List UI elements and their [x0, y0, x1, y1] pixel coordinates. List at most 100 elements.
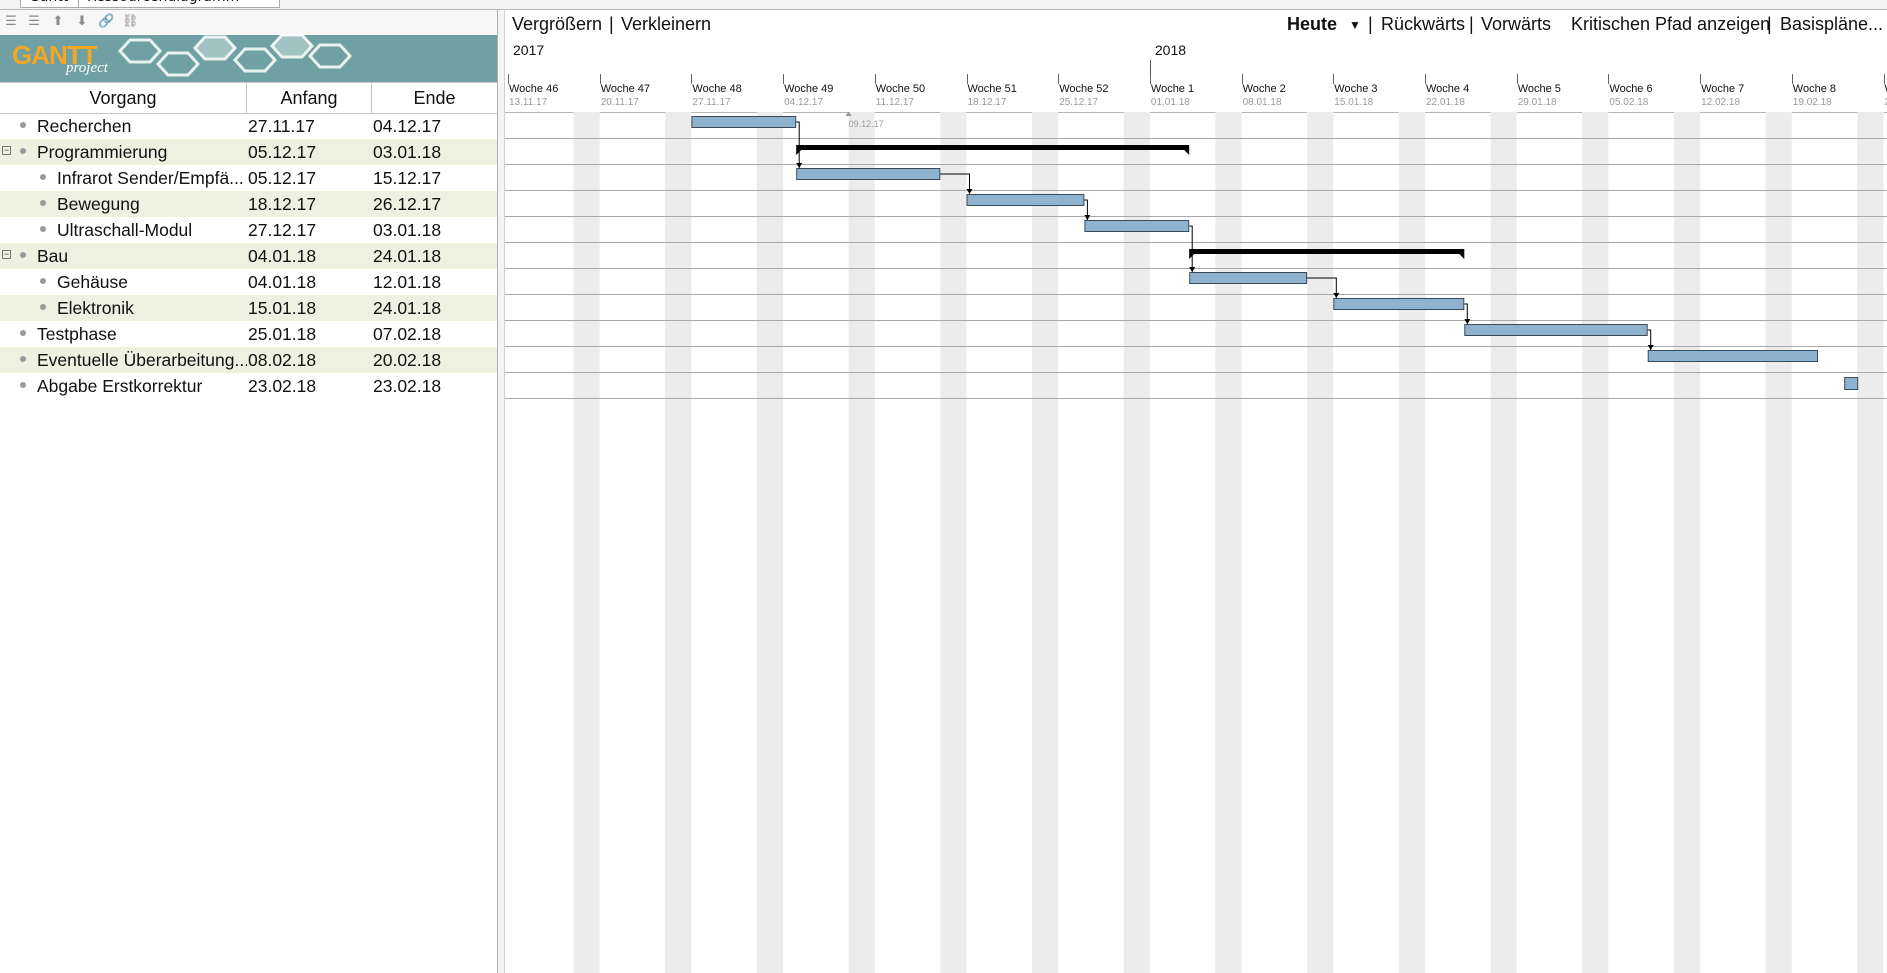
- week-date: 04.12.17: [784, 97, 824, 108]
- task-start-date[interactable]: 04.01.18: [248, 269, 370, 295]
- task-bar[interactable]: [1464, 324, 1648, 336]
- toolbar-separator: |: [609, 14, 614, 34]
- task-start-date[interactable]: 27.12.17: [248, 217, 370, 243]
- task-name[interactable]: Recherchen: [37, 113, 247, 139]
- task-start-date[interactable]: 27.11.17: [248, 113, 370, 139]
- task-start-date[interactable]: 05.12.17: [248, 139, 370, 165]
- week-date: 20.11.17: [600, 97, 639, 108]
- week-label: Woche 4: [1426, 83, 1470, 95]
- task-end-date[interactable]: 26.12.17: [373, 191, 495, 217]
- task-end-date[interactable]: 23.02.18: [373, 373, 495, 399]
- link-icon[interactable]: 🔗: [98, 14, 114, 30]
- task-bar[interactable]: [1647, 350, 1818, 362]
- week-label: Woche 3: [1334, 83, 1378, 95]
- table-row[interactable]: Infrarot Sender/Empfä... 05.12.17 15.12.17: [0, 165, 497, 191]
- column-header-end[interactable]: Ende: [372, 83, 497, 113]
- milestone-bar[interactable]: [1844, 377, 1859, 390]
- task-name[interactable]: Infrarot Sender/Empfä...: [57, 165, 247, 191]
- unindent-icon[interactable]: ☰: [3, 14, 19, 30]
- task-name[interactable]: Bau: [37, 243, 247, 269]
- chevron-down-icon[interactable]: ▼: [1349, 18, 1361, 32]
- table-row[interactable]: Gehäuse 04.01.18 12.01.18: [0, 269, 497, 295]
- week-label: Woche 51: [967, 83, 1017, 95]
- collapse-toggle-icon[interactable]: −: [2, 250, 11, 259]
- summary-bar-end[interactable]: [1184, 150, 1190, 155]
- task-end-date[interactable]: 24.01.18: [373, 295, 495, 321]
- table-row[interactable]: Elektronik 15.01.18 24.01.18: [0, 295, 497, 321]
- table-row[interactable]: Recherchen 27.11.17 04.12.17: [0, 113, 497, 139]
- table-row[interactable]: Eventuelle Überarbeitung... 08.02.18 20.02…: [0, 347, 497, 373]
- table-row[interactable]: Testphase 25.01.18 07.02.18: [0, 321, 497, 347]
- chart-toolbar: Vergrößern | Verkleinern Heute ▼ | Rückw…: [505, 10, 1887, 40]
- move-up-icon[interactable]: ⬆: [50, 14, 66, 30]
- summary-bar[interactable]: [796, 145, 1190, 150]
- task-start-date[interactable]: 05.12.17: [248, 165, 370, 191]
- task-bullet-icon: [40, 174, 46, 180]
- weekend-stripe: [665, 112, 692, 973]
- gantt-chart-area[interactable]: 09.12.17: [505, 112, 1887, 973]
- baselines-button[interactable]: Basispläne...: [1780, 14, 1883, 35]
- panel-splitter[interactable]: [497, 10, 505, 973]
- summary-bar[interactable]: [1189, 249, 1465, 254]
- task-start-date[interactable]: 15.01.18: [248, 295, 370, 321]
- task-end-date[interactable]: 20.02.18: [373, 347, 495, 373]
- task-end-date[interactable]: 12.01.18: [373, 269, 495, 295]
- tab-ressourcendiagramm[interactable]: Ressourcendiagramm: [78, 0, 280, 8]
- forward-button[interactable]: Vorwärts: [1481, 14, 1551, 35]
- task-bar[interactable]: [796, 168, 941, 180]
- critical-path-button[interactable]: Kritischen Pfad anzeigen: [1571, 14, 1770, 35]
- weekend-stripe: [1765, 112, 1792, 973]
- table-row[interactable]: − Programmierung 05.12.17 03.01.18: [0, 139, 497, 165]
- tab-gantt[interactable]: Gantt: [20, 0, 80, 8]
- table-row[interactable]: Abgabe Erstkorrektur 23.02.18 23.02.18: [0, 373, 497, 399]
- task-end-date[interactable]: 15.12.17: [373, 165, 495, 191]
- ganttproject-logo: GANTT project: [0, 35, 497, 82]
- column-header-start[interactable]: Anfang: [247, 83, 372, 113]
- table-row[interactable]: Bewegung 18.12.17 26.12.17: [0, 191, 497, 217]
- table-row[interactable]: − Bau 04.01.18 24.01.18: [0, 243, 497, 269]
- task-bar[interactable]: [1084, 220, 1190, 232]
- task-start-date[interactable]: 25.01.18: [248, 321, 370, 347]
- task-start-date[interactable]: 08.02.18: [248, 347, 370, 373]
- week-date: 08.01.18: [1242, 97, 1282, 108]
- task-end-date[interactable]: 07.02.18: [373, 321, 495, 347]
- task-start-date[interactable]: 23.02.18: [248, 373, 370, 399]
- task-bar[interactable]: [691, 116, 797, 128]
- weekend-stripe: [1582, 112, 1609, 973]
- back-button[interactable]: Rückwärts: [1381, 14, 1465, 35]
- today-button[interactable]: Heute: [1287, 14, 1337, 35]
- zoom-in-button[interactable]: Vergrößern: [512, 14, 602, 35]
- column-header-task[interactable]: Vorgang: [0, 83, 247, 113]
- move-down-icon[interactable]: ⬇: [74, 14, 90, 30]
- task-end-date[interactable]: 03.01.18: [373, 139, 495, 165]
- task-name[interactable]: Programmierung: [37, 139, 247, 165]
- task-bar[interactable]: [1189, 272, 1308, 284]
- unlink-icon[interactable]: ⛓: [122, 14, 139, 30]
- task-end-date[interactable]: 03.01.18: [373, 217, 495, 243]
- task-bar[interactable]: [1333, 298, 1465, 310]
- zoom-out-button[interactable]: Verkleinern: [621, 14, 711, 35]
- indent-icon[interactable]: ☰: [26, 14, 42, 30]
- week-label: Woche 49: [784, 83, 834, 95]
- task-name[interactable]: Abgabe Erstkorrektur: [37, 373, 247, 399]
- task-start-date[interactable]: 04.01.18: [248, 243, 370, 269]
- task-name[interactable]: Gehäuse: [57, 269, 247, 295]
- summary-bar-end[interactable]: [1459, 254, 1465, 259]
- task-name[interactable]: Ultraschall-Modul: [57, 217, 247, 243]
- task-bar[interactable]: [966, 194, 1085, 206]
- table-row[interactable]: Ultraschall-Modul 27.12.17 03.01.18: [0, 217, 497, 243]
- week-date: 25.12.17: [1059, 97, 1099, 108]
- week-label: Woche 1: [1150, 83, 1195, 95]
- task-start-date[interactable]: 18.12.17: [248, 191, 370, 217]
- task-name[interactable]: Elektronik: [57, 295, 247, 321]
- collapse-toggle-icon[interactable]: −: [2, 146, 11, 155]
- task-name[interactable]: Testphase: [37, 321, 247, 347]
- weekend-stripe: [1215, 112, 1242, 973]
- task-name[interactable]: Eventuelle Überarbeitung...: [37, 347, 247, 373]
- summary-bar-end[interactable]: [1189, 254, 1195, 259]
- task-end-date[interactable]: 24.01.18: [373, 243, 495, 269]
- task-end-date[interactable]: 04.12.17: [373, 113, 495, 139]
- gantt-chart[interactable]: 09.12.17: [505, 112, 1887, 973]
- task-bullet-icon: [40, 304, 46, 310]
- task-name[interactable]: Bewegung: [57, 191, 247, 217]
